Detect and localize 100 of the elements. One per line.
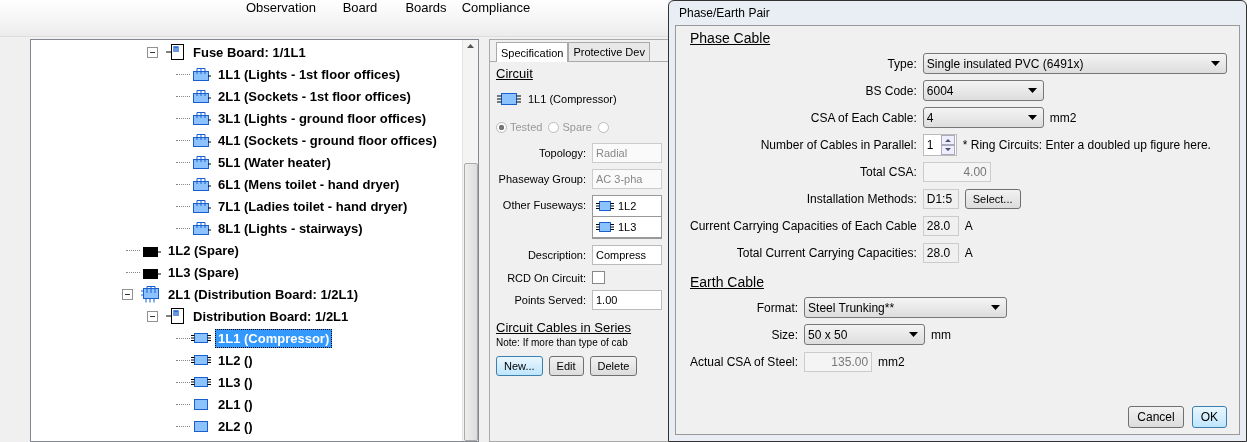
board-icon [165, 307, 187, 325]
collapse-icon[interactable] [147, 310, 158, 322]
tree-item[interactable]: 1L2 (Spare) [165, 240, 242, 260]
tree-item[interactable]: Fuse Board: 1/1L1 [190, 42, 309, 62]
select-button[interactable]: Select... [964, 188, 1021, 209]
readonly-field: 4.00 [922, 161, 991, 182]
readonly-field: D1:5 [922, 188, 959, 209]
readonly-field: 135.00 [804, 351, 873, 372]
fuse-icon [190, 219, 212, 237]
field-label: Type: [886, 56, 917, 71]
field-label: Total CSA: [859, 164, 917, 179]
field-label: RCD On Circuit: [506, 271, 586, 284]
field-label: Number of Cables in Parallel: [759, 137, 917, 152]
field-label: BS Code: [864, 83, 917, 98]
tree-item[interactable]: 1L3 (Spare) [165, 262, 242, 282]
tree-item[interactable]: 2L1 () [215, 394, 256, 414]
radio-label: Tested [510, 121, 543, 133]
list-item[interactable]: 1L2 [618, 200, 637, 212]
checkbox[interactable] [592, 271, 605, 284]
panel-button[interactable]: Delete [589, 356, 638, 376]
field-label: Current Carrying Capacities of Each Cable [690, 218, 917, 233]
dropdown-arrow-icon [1027, 115, 1037, 120]
fuse-icon [190, 175, 212, 193]
section-heading: Circuit [496, 66, 534, 81]
circuit-name: 1L1 (Compressor) [528, 93, 617, 105]
dropdown-arrow-icon [1211, 61, 1220, 66]
dropdown-arrow-icon [909, 332, 919, 337]
readonly-field: 28.0 [922, 242, 959, 263]
field-label: Installation Methods: [805, 191, 917, 206]
tree-item[interactable]: 5L1 (Water heater) [215, 152, 334, 172]
unit-label: A [964, 218, 973, 233]
tree-item[interactable]: 1L1 (Lights - 1st floor offices) [215, 64, 403, 84]
collapse-icon[interactable] [122, 288, 133, 300]
tree-item[interactable]: 7L1 (Ladies toilet - hand dryer) [215, 196, 411, 216]
tree-item[interactable]: 6L1 (Mens toilet - hand dryer) [215, 174, 403, 194]
field-label: CSA of Each Cable: [809, 110, 917, 125]
input-field[interactable]: Compress [592, 245, 662, 265]
dropdown-arrow-icon [1027, 88, 1037, 93]
dropdown[interactable]: Steel Trunking** [804, 297, 1008, 318]
field-label: Other Fuseways: [501, 199, 586, 211]
unit-label: A [964, 245, 973, 260]
input-field[interactable]: 1.00 [592, 290, 662, 310]
tree-item[interactable]: Distribution Board: 1/2L1 [190, 306, 352, 326]
radio-label: Spare [562, 121, 592, 133]
dialog-button[interactable]: OK [1191, 406, 1227, 428]
tree-item[interactable]: 1L3 () [215, 372, 256, 392]
fuse-icon [595, 221, 615, 233]
dropdown-arrow-icon [991, 305, 1001, 310]
field-label: Description: [526, 249, 586, 261]
panel-button[interactable]: New... [496, 356, 543, 376]
field-label: Points Served: [513, 294, 586, 306]
field-label: Phaseway Group: [497, 173, 586, 185]
collapse-icon[interactable] [147, 46, 158, 58]
dropdown[interactable]: Single insulated PVC (6491x) [922, 53, 1227, 74]
dialog-button[interactable]: Cancel [1128, 406, 1184, 428]
field-label: Format: [755, 300, 799, 315]
field-label: Total Current Carrying Capacities: [735, 245, 917, 260]
tab[interactable]: Protective Dev [568, 42, 650, 61]
unit-label: mm2 [1049, 110, 1077, 125]
toolbar-button[interactable]: Observation [243, 0, 319, 15]
dropdown[interactable]: 6004 [922, 80, 1044, 101]
fuse-icon [190, 87, 212, 105]
panel-button[interactable]: Edit [548, 356, 584, 376]
toolbar-button[interactable]: Compliance [455, 0, 537, 15]
dropdown[interactable]: 50 x 50 [804, 324, 926, 345]
section-heading: Phase Cable [690, 30, 772, 46]
toolbar-button[interactable]: Board [323, 0, 397, 15]
unit-label: mm [931, 327, 952, 342]
fuse-icon [190, 197, 212, 215]
number-spinner[interactable]: 1 [922, 133, 957, 156]
dialog-title: Phase/Earth Pair [678, 5, 771, 22]
tree-item[interactable]: 2L1 (Sockets - 1st floor offices) [215, 86, 414, 106]
tree-item[interactable]: 3L1 (Lights - ground floor offices) [215, 108, 429, 128]
board-icon [165, 43, 187, 61]
field-label: Topology: [537, 147, 586, 159]
tree-item[interactable]: 2L2 () [215, 416, 256, 436]
field-label: Actual CSA of Steel: [690, 354, 799, 369]
scroll-thumb[interactable] [463, 163, 478, 441]
fuse-icon [496, 91, 522, 107]
tab[interactable]: Specification [496, 42, 569, 62]
tree-item[interactable]: 8L1 (Lights - stairways) [215, 218, 366, 238]
fuse-icon [190, 109, 212, 127]
scroll-up-icon[interactable] [466, 43, 475, 49]
toolbar-button[interactable]: Boards [397, 0, 455, 15]
note-text: Note: If more than type of cab [496, 337, 629, 348]
fuse-icon [190, 153, 212, 171]
tree-item[interactable]: 2L1 (Distribution Board: 1/2L1) [165, 284, 361, 304]
field-label: Size: [770, 327, 799, 342]
fuse-icon [190, 65, 212, 83]
tree-item[interactable]: 1L2 () [215, 350, 256, 370]
hint-text: * Ring Circuits: Enter a doubled up figure here. [962, 137, 1211, 152]
scrollbar[interactable] [462, 40, 478, 441]
tree-item[interactable]: 4L1 (Sockets - ground floor offices) [215, 130, 440, 150]
fuse-icon [140, 285, 162, 303]
section-heading: Circuit Cables in Series [496, 320, 633, 335]
fuse-icon [595, 200, 615, 212]
list-item[interactable]: 1L3 [618, 221, 637, 233]
readonly-field: 28.0 [922, 215, 959, 236]
dropdown[interactable]: 4 [922, 107, 1044, 128]
spinner-arrows-icon[interactable] [940, 134, 955, 155]
